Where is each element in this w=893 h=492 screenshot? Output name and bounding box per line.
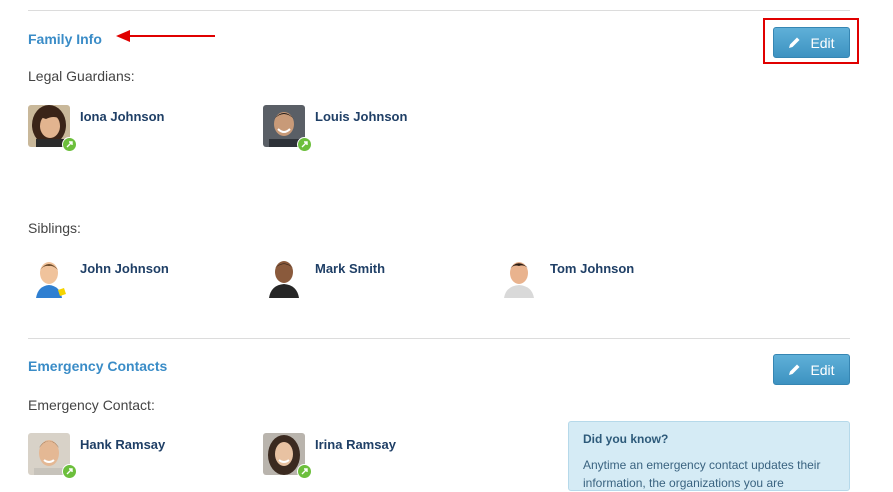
info-title: Did you know?	[583, 432, 669, 446]
edit-label: Edit	[810, 34, 835, 51]
family-info-edit-button[interactable]: Edit	[773, 27, 850, 58]
info-text: Anytime an emergency contact updates the…	[583, 458, 821, 490]
boy-avatar-icon[interactable]	[28, 256, 70, 298]
link-badge-icon	[297, 137, 312, 152]
edit-label: Edit	[810, 361, 835, 378]
top-divider	[28, 10, 850, 11]
link-badge-icon	[297, 464, 312, 479]
sibling-name[interactable]: Mark Smith	[315, 261, 385, 276]
red-arrow-icon	[116, 30, 215, 42]
family-info-title: Family Info	[28, 31, 102, 47]
siblings-label: Siblings:	[28, 220, 81, 236]
link-badge-icon	[62, 137, 77, 152]
pencil-icon	[789, 37, 800, 48]
emergency-contacts-edit-button[interactable]: Edit	[773, 354, 850, 385]
pencil-icon	[789, 364, 800, 375]
did-you-know-box: Did you know? Anytime an emergency conta…	[568, 421, 850, 491]
sibling-name[interactable]: John Johnson	[80, 261, 169, 276]
legal-guardians-label: Legal Guardians:	[28, 68, 135, 84]
emergency-contacts-title: Emergency Contacts	[28, 358, 168, 374]
boy-avatar-icon[interactable]	[263, 256, 305, 298]
section-divider	[28, 338, 850, 339]
contact-name[interactable]: Irina Ramsay	[315, 437, 396, 452]
guardian-name[interactable]: Louis Johnson	[315, 109, 407, 124]
link-badge-icon	[62, 464, 77, 479]
sibling-name[interactable]: Tom Johnson	[550, 261, 634, 276]
contact-name[interactable]: Hank Ramsay	[80, 437, 165, 452]
boy-avatar-icon[interactable]	[498, 256, 540, 298]
guardian-name[interactable]: Iona Johnson	[80, 109, 165, 124]
emergency-contact-label: Emergency Contact:	[28, 397, 155, 413]
